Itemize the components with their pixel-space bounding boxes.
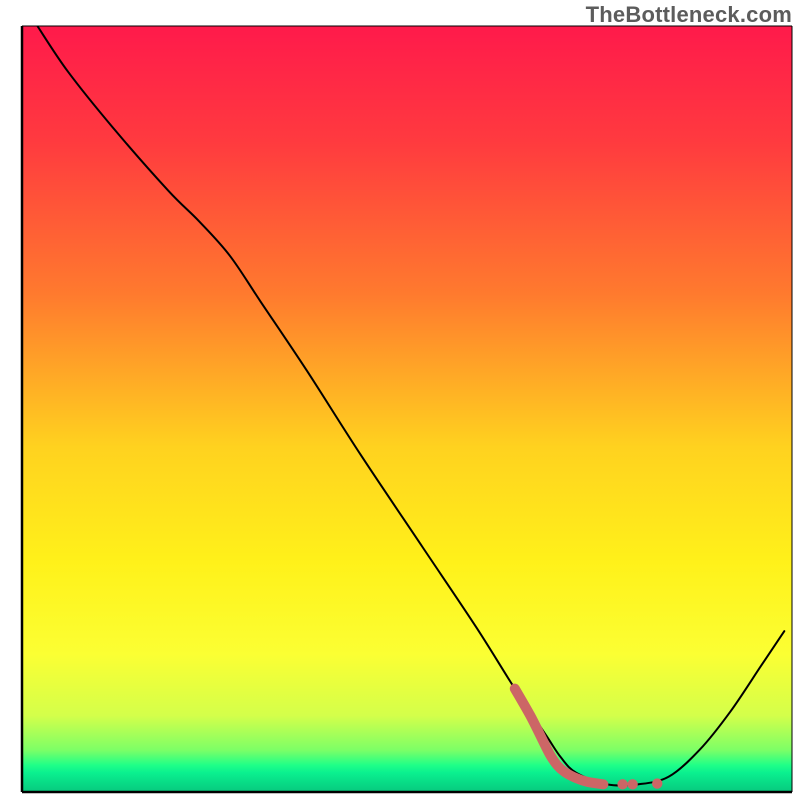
gradient-background: [22, 26, 792, 792]
bottleneck-chart: [0, 0, 800, 800]
chart-frame: TheBottleneck.com: [0, 0, 800, 800]
watermark-label: TheBottleneck.com: [586, 2, 792, 28]
